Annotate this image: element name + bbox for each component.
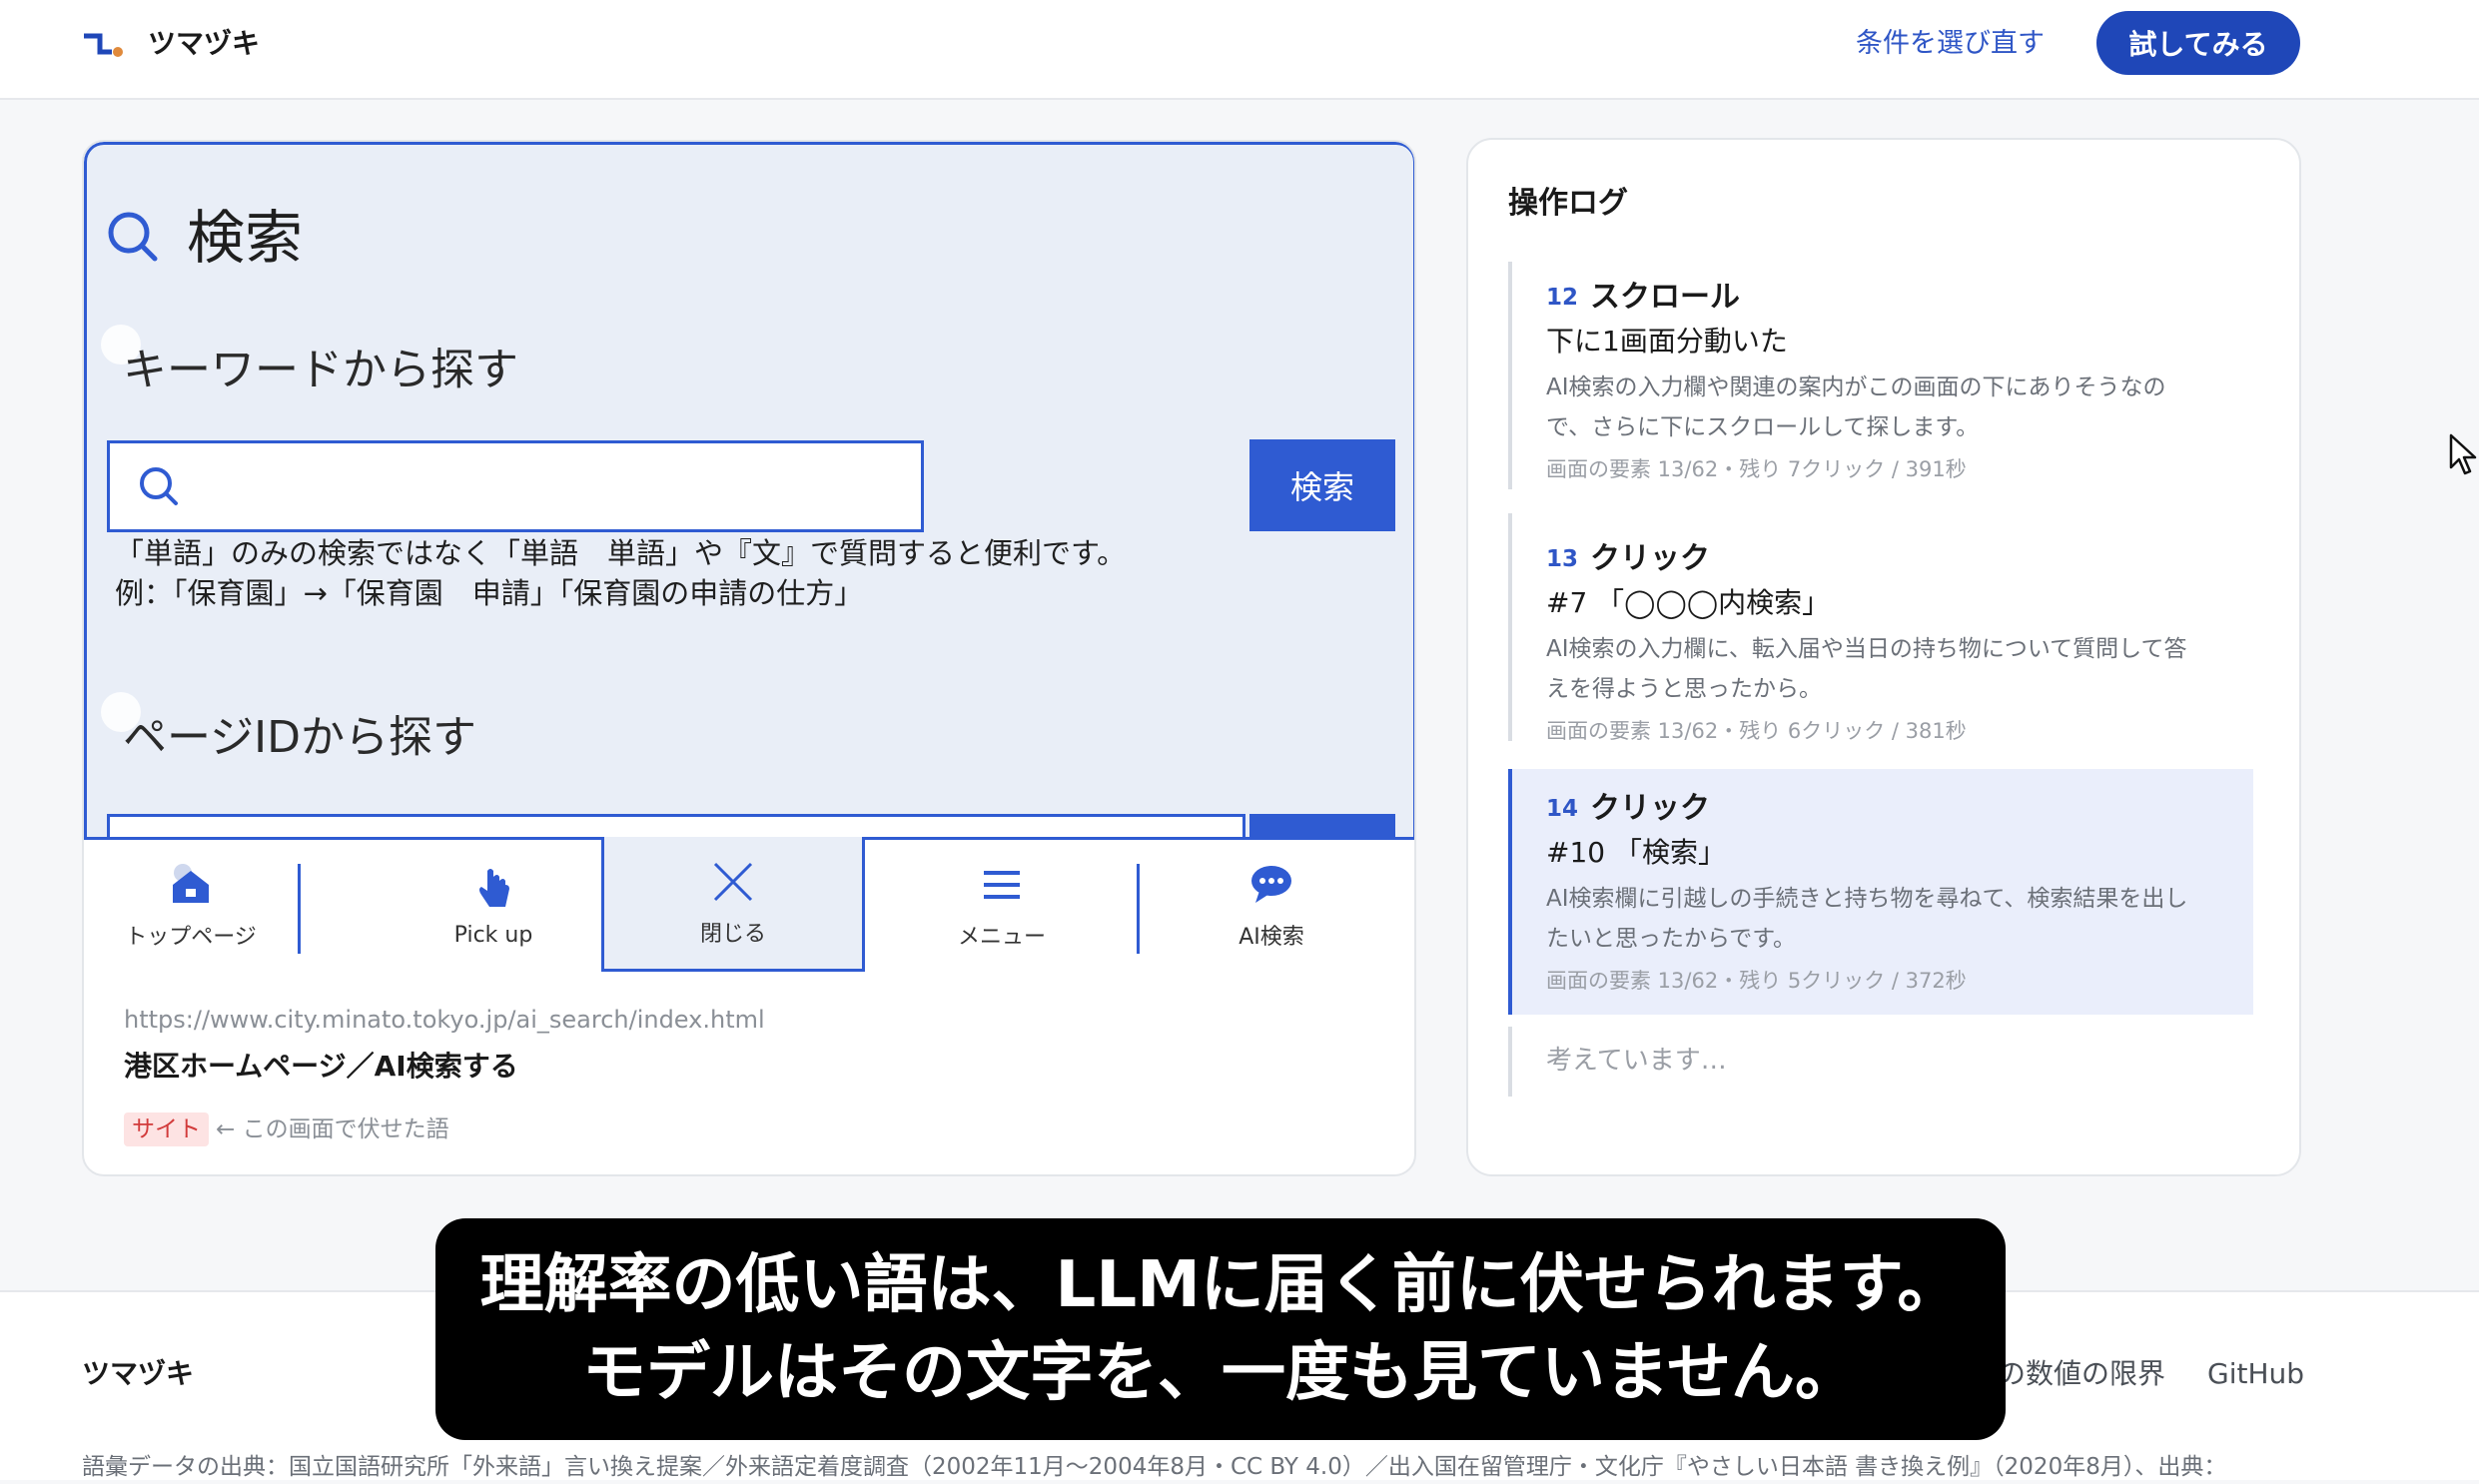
search-hint-example: 例：「保育園」→「保育園 申請」「保育園の申請の仕方」 xyxy=(115,576,864,610)
site-bottom-nav: トップページ Pick up 閉じる メニュー AI検索 xyxy=(84,837,1414,972)
pageid-section-heading: ページIDから探す xyxy=(123,712,476,763)
search-title: 検索 xyxy=(187,204,304,272)
thinking-text: 考えています… xyxy=(1546,1046,1727,1076)
log-step-number: 12 xyxy=(1546,285,1579,311)
log-reason: AI検索の入力欄や関連の案内がこの画面の下にありそうなの xyxy=(1546,374,2166,400)
close-icon xyxy=(713,862,753,902)
log-reason: たいと思ったからです。 xyxy=(1546,926,1797,952)
log-entry: 13 クリック #7 「◯◯◯内検索」 AI検索の入力欄に、転入届や当日の持ち物… xyxy=(1508,513,2253,743)
subtitle-line: モデルはその文字を、一度も見ていません。 xyxy=(581,1336,1860,1410)
nav-menu[interactable]: メニュー xyxy=(869,840,1135,972)
log-action: スクロール xyxy=(1590,280,1740,315)
operation-log-panel: 操作ログ 12 スクロール 下に1画面分動いた AI検索の入力欄や関連の案内がこ… xyxy=(1466,138,2301,1176)
log-meta: 画面の要素 13/62・残り 7クリック / 391秒 xyxy=(1546,457,1967,481)
page-screenshot: 検索 キーワードから探す 検索 「単語」のみの検索ではなく「単語 単語」や『文』… xyxy=(84,142,1414,854)
search-submit-button[interactable]: 検索 xyxy=(1249,439,1395,531)
log-meta: 画面の要素 13/62・残り 6クリック / 381秒 xyxy=(1546,719,1967,743)
reselect-conditions-link[interactable]: 条件を選び直す xyxy=(1856,24,2045,64)
top-header: ツマヅキ 条件を選び直す 試してみる xyxy=(0,0,2479,100)
log-meta: 画面の要素 13/62・残り 5クリック / 372秒 xyxy=(1546,969,1967,993)
search-icon xyxy=(140,467,178,505)
masked-word-badge: サイト xyxy=(124,1113,209,1146)
try-button[interactable]: 試してみる xyxy=(2096,11,2300,75)
log-step-number: 13 xyxy=(1546,546,1579,572)
nav-label: Pick up xyxy=(453,922,533,948)
footer-limits-link[interactable]: の数値の限界 xyxy=(1998,1354,2165,1394)
menu-icon xyxy=(984,871,1020,899)
log-entry: 12 スクロール 下に1画面分動いた AI検索の入力欄や関連の案内がこの画面の下… xyxy=(1508,262,2253,489)
page-preview-card: 検索 キーワードから探す 検索 「単語」のみの検索ではなく「単語 単語」や『文』… xyxy=(82,140,1416,1176)
keyword-section-heading: キーワードから探す xyxy=(123,345,518,395)
nav-label: メニュー xyxy=(957,925,1046,950)
log-action: クリック xyxy=(1590,541,1710,576)
log-detail: #10 「検索」 xyxy=(1546,836,1726,869)
mouse-cursor-icon xyxy=(2449,433,2477,475)
nav-top-page[interactable]: トップページ xyxy=(84,840,298,972)
nav-label: AI検索 xyxy=(1239,925,1304,950)
log-reason: AI検索の入力欄に、転入届や当日の持ち物について質問して答 xyxy=(1546,636,2187,662)
nav-ai-search[interactable]: AI検索 xyxy=(1141,840,1402,972)
app-name[interactable]: ツマヅキ xyxy=(148,24,260,64)
log-action: クリック xyxy=(1590,791,1710,826)
keyword-search-input[interactable] xyxy=(107,440,924,532)
hand-pointer-icon xyxy=(479,868,509,907)
home-icon xyxy=(173,864,209,903)
log-reason: AI検索欄に引越しの手続きと持ち物を尋ねて、検索結果を出し xyxy=(1546,886,2188,912)
log-reason: で、さらに下にスクロールして探します。 xyxy=(1546,414,1980,440)
subtitle-line: 理解率の低い語は、LLMに届く前に伏せられます。 xyxy=(479,1248,1962,1322)
page-title: 港区ホームページ／AI検索する xyxy=(124,1050,518,1083)
footer-github-link[interactable]: GitHub xyxy=(2207,1354,2304,1394)
footer-data-source: 語彙データの出典：国立国語研究所「外来語」言い換え提案／外来語定着度調査（200… xyxy=(82,1454,2227,1480)
nav-label: 閉じる xyxy=(699,922,766,947)
log-entry-current: 14 クリック #10 「検索」 AI検索欄に引越しの手続きと持ち物を尋ねて、検… xyxy=(1508,769,2253,1015)
log-detail: #7 「◯◯◯内検索」 xyxy=(1546,586,1831,619)
log-detail: 下に1画面分動いた xyxy=(1546,325,1788,358)
log-title: 操作ログ xyxy=(1508,186,1628,221)
footer-brand: ツマヅキ xyxy=(82,1357,195,1390)
nav-divider xyxy=(298,864,301,954)
log-reason: えを得ようと思ったから。 xyxy=(1546,676,1822,702)
video-subtitle: 理解率の低い語は、LLMに届く前に伏せられます。 モデルはその文字を、一度も見て… xyxy=(435,1218,2006,1440)
thinking-status: 考えています… xyxy=(1508,1027,2253,1097)
logo-icon xyxy=(84,33,123,57)
search-hint: 「単語」のみの検索ではなく「単語 単語」や『文』で質問すると便利です。 xyxy=(115,536,1127,570)
nav-divider xyxy=(1137,864,1140,954)
log-step-number: 14 xyxy=(1546,796,1579,822)
chat-bubble-icon xyxy=(1251,866,1291,903)
nav-close[interactable]: 閉じる xyxy=(601,837,865,972)
page-url: https://www.city.minato.tokyo.jp/ai_sear… xyxy=(124,1006,765,1034)
masked-word-note: ← この画面で伏せた語 xyxy=(216,1116,449,1142)
nav-label: トップページ xyxy=(125,925,257,950)
search-icon xyxy=(108,212,158,262)
